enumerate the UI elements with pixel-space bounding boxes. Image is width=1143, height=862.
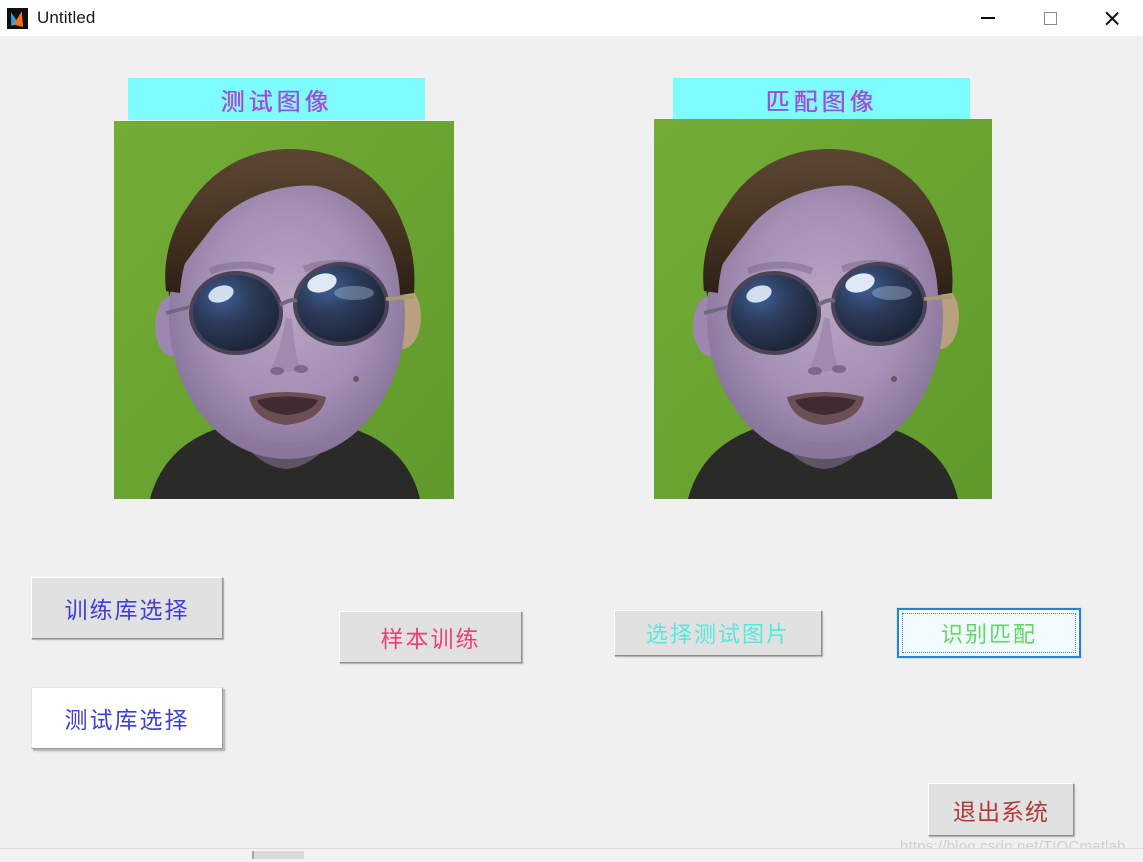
- matlab-icon: [7, 7, 28, 29]
- exit-system-label: 退出系统: [953, 799, 1049, 826]
- title-bar: Untitled: [0, 0, 1143, 36]
- sample-train-label: 样本训练: [380, 627, 481, 653]
- close-icon: [1104, 10, 1121, 27]
- bottom-scrollbar-track[interactable]: [0, 848, 1143, 862]
- match-face-image: [654, 119, 992, 499]
- window-controls: [957, 0, 1143, 36]
- minimize-button[interactable]: [957, 0, 1019, 36]
- test-image-title: 测试图像: [128, 78, 425, 120]
- recognize-match-label: 识别匹配: [940, 623, 1037, 648]
- train-library-select-button[interactable]: 训练库选择: [31, 577, 223, 639]
- match-image-axes: [654, 119, 992, 499]
- match-image-title: 匹配图像: [673, 78, 970, 120]
- maximize-button[interactable]: [1019, 0, 1081, 36]
- sample-train-button[interactable]: 样本训练: [339, 611, 522, 663]
- select-test-picture-label: 选择测试图片: [645, 623, 790, 648]
- bottom-scrollbar-thumb[interactable]: [252, 851, 304, 859]
- test-library-select-label: 测试库选择: [64, 708, 190, 734]
- window-title: Untitled: [37, 8, 96, 27]
- test-library-select-button[interactable]: 测试库选择: [31, 687, 223, 749]
- figure-canvas: 测试图像 匹配图像 训练库选择 测试库选择 样本训练 选择测试图片 识别匹配 退…: [0, 36, 1143, 855]
- recognize-match-button[interactable]: 识别匹配: [897, 608, 1081, 658]
- train-library-select-label: 训练库选择: [64, 598, 190, 624]
- close-button[interactable]: [1081, 0, 1143, 36]
- maximize-icon: [1043, 11, 1057, 25]
- select-test-picture-button[interactable]: 选择测试图片: [614, 610, 822, 656]
- test-face-image: [114, 121, 454, 499]
- exit-system-button[interactable]: 退出系统: [928, 783, 1074, 836]
- minimize-icon: [981, 17, 995, 19]
- test-image-axes: [114, 121, 454, 499]
